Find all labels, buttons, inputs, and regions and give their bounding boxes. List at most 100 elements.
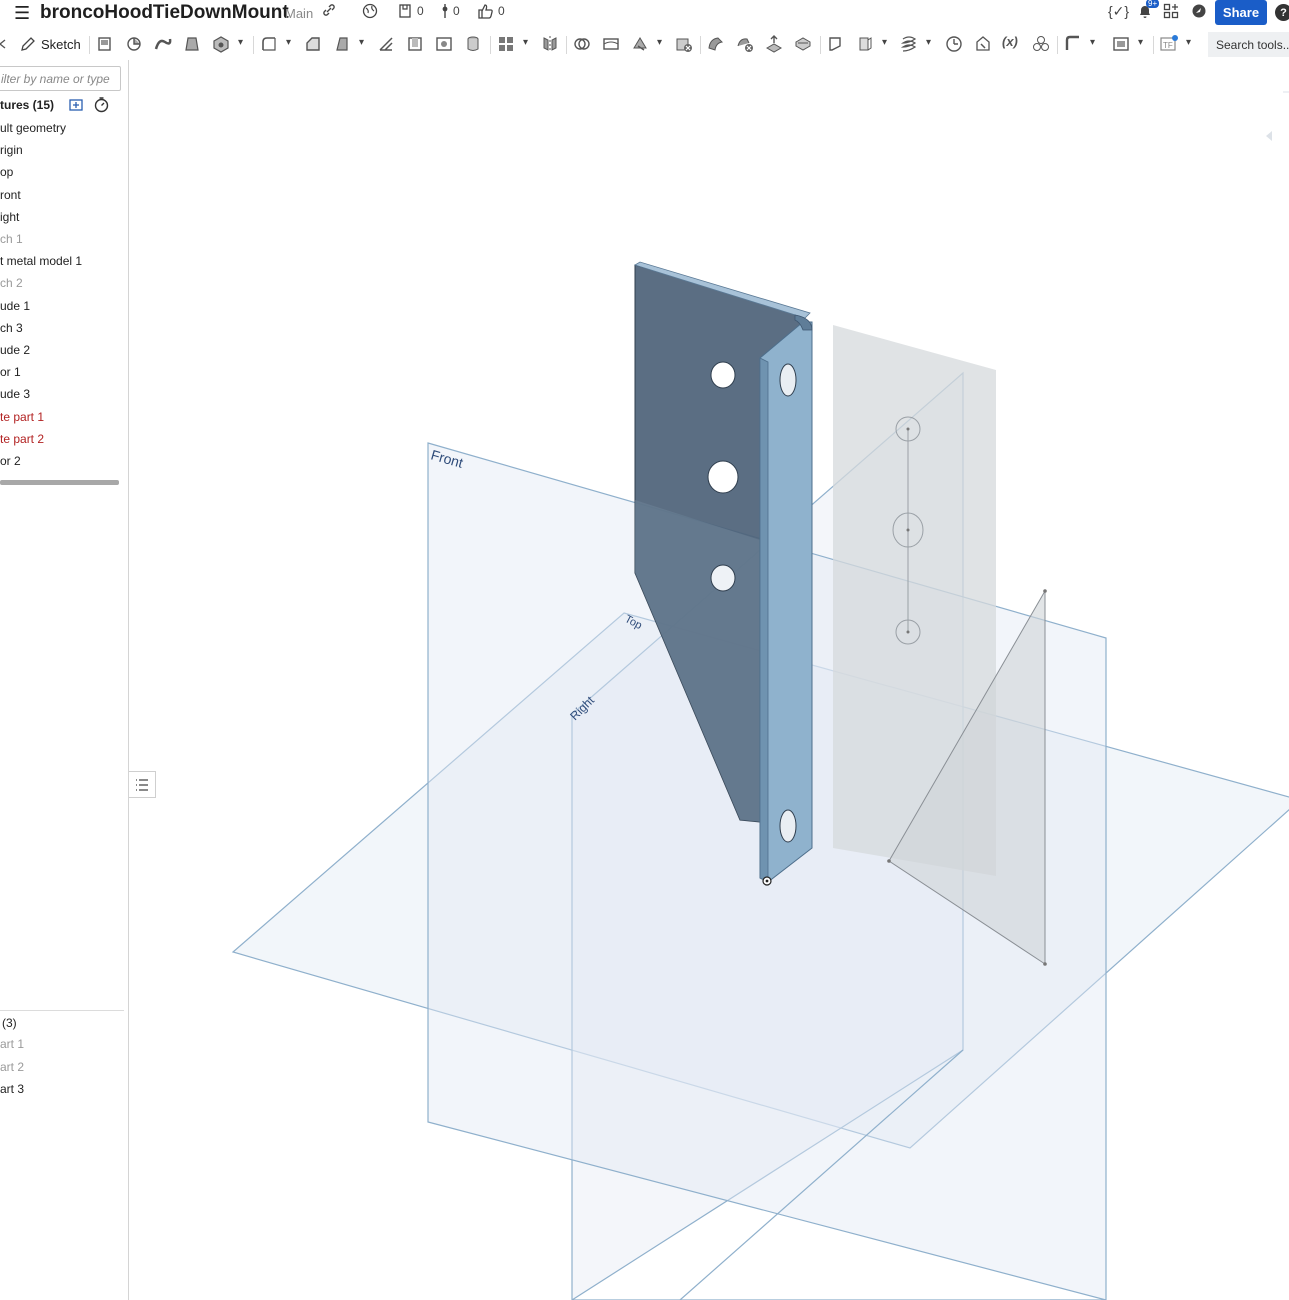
like-icon[interactable]: 0 <box>477 3 505 19</box>
split-icon[interactable] <box>601 34 621 54</box>
feature-item[interactable]: te part 2 <box>0 432 44 446</box>
frame-icon[interactable] <box>1111 34 1131 54</box>
chevron-down-icon[interactable]: ▾ <box>359 37 364 48</box>
feature-toolbar: Sketch ▾ ▾ ▾ ▾ ▾ ▾ ▾ (x) ▾ ▾ TF ▾ Search… <box>0 28 1289 60</box>
add-folder-icon[interactable] <box>68 96 85 113</box>
feature-item[interactable]: or 2 <box>0 454 21 468</box>
feature-item[interactable]: ch 3 <box>0 321 23 335</box>
rollback-timer-icon[interactable] <box>93 96 110 113</box>
branches-icon[interactable]: 0 <box>441 3 460 19</box>
link-icon[interactable] <box>322 3 336 17</box>
mate-connector-icon[interactable] <box>855 34 875 54</box>
measure-icon[interactable] <box>944 34 964 54</box>
parts-header[interactable]: (3) <box>2 1016 17 1030</box>
feature-tree-panel: ilter by name or type tures (15) ult geo… <box>0 60 129 1300</box>
feature-item[interactable]: te part 1 <box>0 410 44 424</box>
feature-item[interactable]: t metal model 1 <box>0 254 82 268</box>
feature-item[interactable]: or 1 <box>0 365 21 379</box>
features-header[interactable]: tures (15) <box>0 98 54 112</box>
chevron-down-icon[interactable]: ▾ <box>286 37 291 48</box>
flange-hole-top[interactable] <box>779 363 797 397</box>
delete-part-icon[interactable] <box>674 34 694 54</box>
fillet-icon[interactable] <box>259 34 279 54</box>
variable-icon[interactable]: (x) <box>1002 34 1026 54</box>
feature-list-scrollbar[interactable] <box>0 480 119 485</box>
loft-icon[interactable] <box>182 34 202 54</box>
app-store-icon[interactable] <box>1163 3 1179 19</box>
share-button[interactable]: Share <box>1215 0 1267 25</box>
plane-icon[interactable] <box>826 34 846 54</box>
undo-icon[interactable] <box>0 34 6 54</box>
move-face-icon[interactable] <box>764 34 784 54</box>
boolean-icon[interactable] <box>572 34 592 54</box>
modify-fillet-icon[interactable] <box>706 34 726 54</box>
feature-item[interactable]: rigin <box>0 143 23 157</box>
part-item[interactable]: art 1 <box>0 1037 24 1051</box>
sheet-metal-icon[interactable] <box>1063 34 1083 54</box>
branch-name[interactable]: Main <box>285 6 313 21</box>
rib-icon[interactable] <box>376 34 396 54</box>
svg-text:TF: TF <box>1163 41 1173 50</box>
bracket-hole-2[interactable] <box>707 460 739 494</box>
replace-face-icon[interactable] <box>793 34 813 54</box>
helix-icon[interactable] <box>899 34 919 54</box>
versions-icon[interactable]: 0 <box>397 3 424 19</box>
feature-item[interactable]: ude 2 <box>0 343 30 357</box>
hole-icon[interactable] <box>434 34 454 54</box>
sketch-button[interactable]: Sketch <box>20 33 81 55</box>
feature-item[interactable]: ude 1 <box>0 299 30 313</box>
bracket-hole-1[interactable] <box>710 361 736 389</box>
chevron-down-icon[interactable]: ▾ <box>926 37 931 48</box>
collapse-arrow-icon[interactable] <box>1266 131 1272 141</box>
feature-item[interactable]: ront <box>0 188 21 202</box>
sketch-label: Sketch <box>41 36 81 52</box>
chevron-down-icon[interactable]: ▾ <box>1138 37 1143 48</box>
chevron-down-icon[interactable]: ▾ <box>1090 37 1095 48</box>
document-title[interactable]: broncoHoodTieDownMount <box>40 2 289 24</box>
feature-item[interactable]: op <box>0 165 13 179</box>
pattern-icon[interactable] <box>496 34 516 54</box>
custom-features-icon[interactable]: TF <box>1159 34 1179 54</box>
shell-icon[interactable] <box>405 34 425 54</box>
feature-item[interactable]: ight <box>0 210 19 224</box>
feature-item[interactable]: ude 3 <box>0 387 30 401</box>
pencil-icon <box>21 37 35 51</box>
parts-divider <box>0 1010 124 1011</box>
feature-item[interactable]: ult geometry <box>0 121 66 135</box>
chevron-down-icon[interactable]: ▾ <box>238 37 243 48</box>
mirror-icon[interactable] <box>540 34 560 54</box>
transform-icon[interactable] <box>630 34 650 54</box>
globe-icon[interactable] <box>362 3 378 19</box>
sweep-icon[interactable] <box>153 34 173 54</box>
graphics-viewport[interactable]: Front Top Right <box>130 60 1289 1300</box>
chevron-down-icon[interactable]: ▾ <box>882 37 887 48</box>
feature-filter-input[interactable]: ilter by name or type <box>0 66 121 91</box>
chevron-down-icon[interactable]: ▾ <box>1186 37 1191 48</box>
menu-icon[interactable]: ☰ <box>14 4 30 22</box>
chamfer-icon[interactable] <box>303 34 323 54</box>
revolve-icon[interactable] <box>124 34 144 54</box>
configure-icon[interactable] <box>973 34 993 54</box>
chevron-down-icon[interactable]: ▾ <box>523 37 528 48</box>
cylinder-icon[interactable] <box>463 34 483 54</box>
search-tools-input[interactable]: Search tools... <box>1208 32 1289 57</box>
draft-icon[interactable] <box>332 34 352 54</box>
help-icon[interactable]: ? <box>1275 4 1289 21</box>
variables-icon[interactable]: {✓} <box>1108 3 1129 20</box>
feature-item[interactable]: ch 1 <box>0 232 23 246</box>
feature-item[interactable]: ch 2 <box>0 276 23 290</box>
thicken-icon[interactable] <box>211 34 231 54</box>
extrude-icon[interactable] <box>95 34 115 54</box>
learning-center-icon[interactable] <box>1191 3 1207 19</box>
composite-part-icon[interactable] <box>1031 34 1051 54</box>
part-item[interactable]: art 2 <box>0 1060 24 1074</box>
versions-count: 0 <box>417 4 424 18</box>
chevron-down-icon[interactable]: ▾ <box>657 37 662 48</box>
branches-count: 0 <box>453 4 460 18</box>
part-item[interactable]: art 3 <box>0 1082 24 1096</box>
flange-hole-bottom[interactable] <box>779 809 797 843</box>
notifications-badge: 9+ <box>1146 0 1160 8</box>
likes-count: 0 <box>498 4 505 18</box>
bracket-hole-3[interactable] <box>710 564 736 592</box>
delete-face-icon[interactable] <box>735 34 755 54</box>
